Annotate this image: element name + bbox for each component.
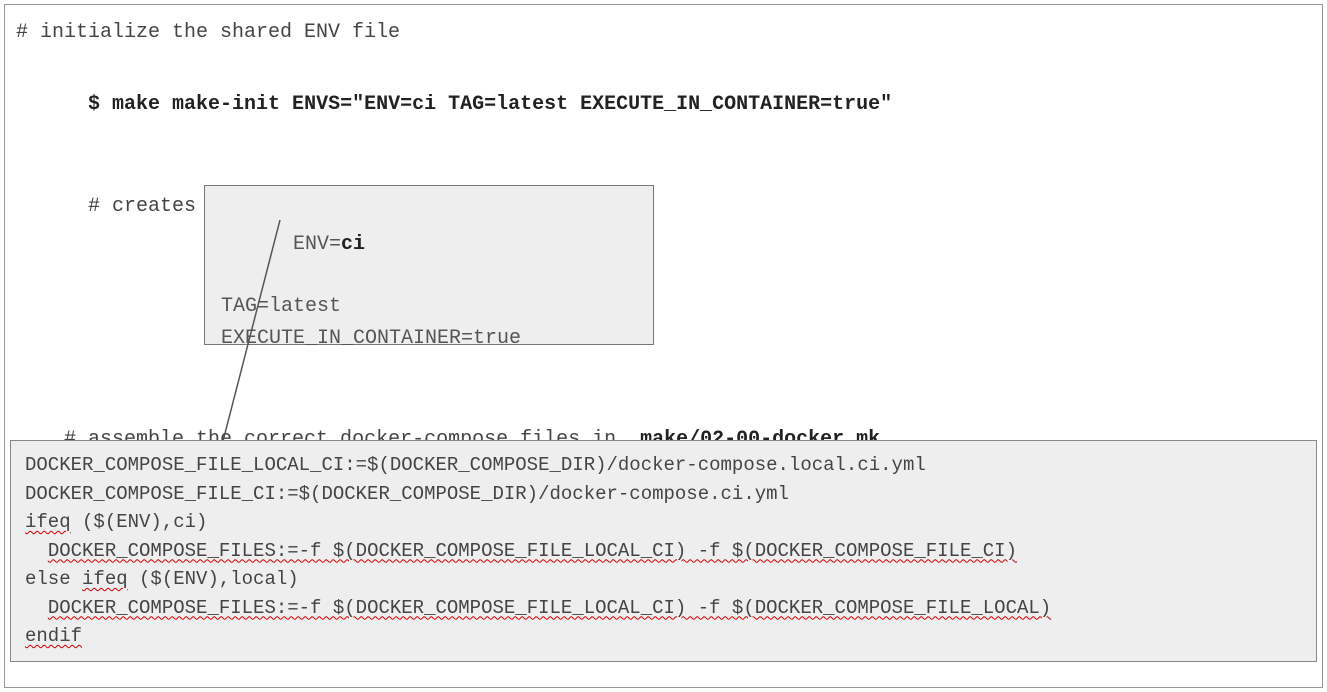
assign-1-text: DOCKER_COMPOSE_FILES:=-f $(DOCKER_COMPOS… — [48, 540, 1017, 562]
env-file-box: ENV=ci TAG=latest EXECUTE_IN_CONTAINER=t… — [204, 185, 654, 345]
shell-prompt: $ — [88, 93, 112, 116]
make-command-line: $ make make-init ENVS="ENV=ci TAG=latest… — [16, 60, 1311, 150]
ifeq-keyword: ifeq — [25, 511, 71, 533]
make-command: make make-init ENVS="ENV=ci TAG=latest E… — [112, 93, 892, 116]
makefile-endif: endif — [25, 622, 1302, 651]
indent-2 — [25, 597, 48, 619]
makefile-elseifeq: else ifeq ($(ENV),local) — [25, 565, 1302, 594]
elseifeq-keyword: ifeq — [82, 568, 128, 590]
env-key: ENV= — [293, 233, 341, 256]
makefile-assign-2: DOCKER_COMPOSE_FILES:=-f $(DOCKER_COMPOS… — [25, 594, 1302, 623]
indent — [25, 540, 48, 562]
env-line-tag: TAG=latest — [221, 292, 637, 322]
makefile-code-box: DOCKER_COMPOSE_FILE_LOCAL_CI:=$(DOCKER_C… — [10, 440, 1317, 662]
elseifeq-cond: ($(ENV),local) — [128, 568, 299, 590]
makefile-assign-1: DOCKER_COMPOSE_FILES:=-f $(DOCKER_COMPOS… — [25, 537, 1302, 566]
else-keyword: else — [25, 568, 82, 590]
endif-keyword: endif — [25, 625, 82, 647]
comment-init: # initialize the shared ENV file — [16, 18, 1311, 48]
assign-2-text: DOCKER_COMPOSE_FILES:=-f $(DOCKER_COMPOS… — [48, 597, 1051, 619]
env-value-ci: ci — [341, 233, 365, 256]
ifeq-cond: ($(ENV),ci) — [71, 511, 208, 533]
env-line-env: ENV=ci — [221, 200, 637, 290]
env-line-exec: EXECUTE_IN_CONTAINER=true — [221, 324, 637, 354]
makefile-line-1: DOCKER_COMPOSE_FILE_LOCAL_CI:=$(DOCKER_C… — [25, 451, 1302, 480]
makefile-line-2: DOCKER_COMPOSE_FILE_CI:=$(DOCKER_COMPOSE… — [25, 480, 1302, 509]
makefile-ifeq: ifeq ($(ENV),ci) — [25, 508, 1302, 537]
